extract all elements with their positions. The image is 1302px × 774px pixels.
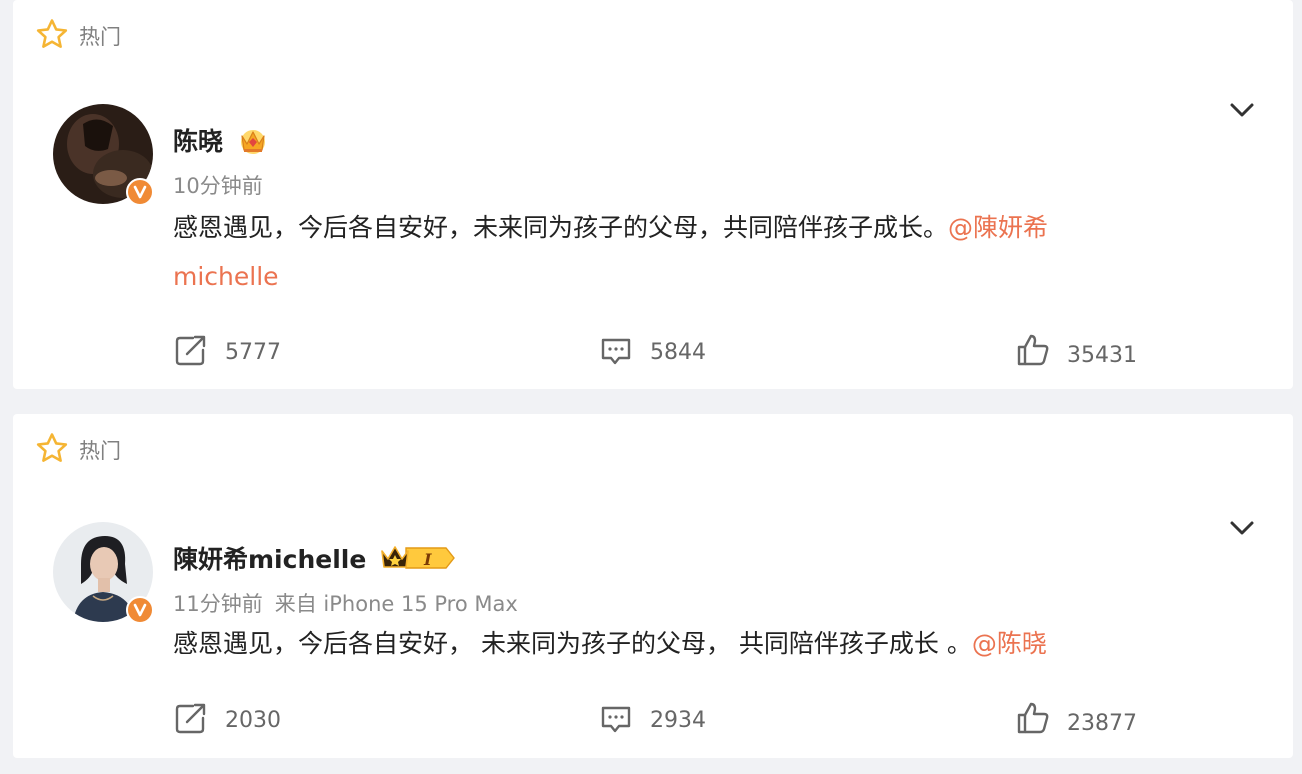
comment-icon [598, 332, 634, 372]
thumbs-up-icon [1015, 332, 1051, 372]
like-button[interactable]: 35431 [1015, 332, 1137, 372]
like-button[interactable]: 23877 [1015, 700, 1137, 740]
action-bar: 5777 5844 35431 [13, 332, 1293, 372]
hot-tag: 热门 [35, 17, 121, 55]
repost-button[interactable]: 5777 [173, 332, 281, 372]
post-card: 热门 陈晓 10分钟前 感恩遇见，今后各自安好，未来同为孩子的父母，共同陪伴孩子… [13, 0, 1293, 389]
like-count: 35431 [1067, 342, 1137, 368]
avatar[interactable] [53, 104, 154, 206]
star-icon [35, 431, 69, 469]
repost-button[interactable]: 2030 [173, 700, 281, 740]
repost-icon [173, 700, 209, 740]
chevron-down-icon[interactable] [1227, 513, 1257, 543]
post-text-body: 感恩遇见，今后各自安好， 未来同为孩子的父母， 共同陪伴孩子成长 。 [173, 629, 972, 658]
v-verified-icon [126, 596, 154, 624]
v-verified-icon [126, 178, 154, 206]
chevron-down-icon[interactable] [1227, 95, 1257, 125]
crown-icon[interactable] [237, 124, 269, 156]
comment-button[interactable]: 2934 [598, 700, 706, 740]
post-text: 感恩遇见，今后各自安好，未来同为孩子的父母，共同陪伴孩子成长。@陳妍希 miche… [173, 203, 1173, 301]
repost-icon [173, 332, 209, 372]
post-time[interactable]: 10分钟前 [173, 174, 263, 198]
post-card: 热门 陳妍希michelle I 11分钟前 来自 iPhone 15 Pro … [13, 414, 1293, 758]
author-row: 陈晓 [173, 122, 269, 158]
mention-text: michelle [173, 262, 279, 291]
thumbs-up-icon [1015, 700, 1051, 740]
post-source: 来自 iPhone 15 Pro Max [274, 592, 518, 616]
like-count: 23877 [1067, 710, 1137, 736]
svg-text:I: I [423, 550, 432, 569]
author-row: 陳妍希michelle I [173, 540, 456, 576]
hot-label: 热门 [79, 25, 121, 49]
author-name[interactable]: 陳妍希michelle [173, 540, 366, 576]
mention-text: @陳妍希 [948, 213, 1049, 242]
repost-count: 2030 [225, 707, 281, 733]
weibo-feed: 热门 陈晓 10分钟前 感恩遇见，今后各自安好，未来同为孩子的父母，共同陪伴孩子… [0, 0, 1302, 774]
post-text-body: 感恩遇见，今后各自安好，未来同为孩子的父母，共同陪伴孩子成长。 [173, 213, 949, 242]
crown-icon[interactable]: I [380, 543, 456, 573]
post-meta: 10分钟前 [173, 170, 263, 200]
avatar[interactable] [53, 522, 154, 624]
action-bar: 2030 2934 23877 [13, 700, 1293, 740]
repost-count: 5777 [225, 339, 281, 365]
post-meta: 11分钟前 来自 iPhone 15 Pro Max [173, 588, 518, 618]
mention-link[interactable]: @陈晓 [972, 629, 1047, 658]
comment-count: 2934 [650, 707, 706, 733]
post-time[interactable]: 11分钟前 [173, 592, 263, 616]
comment-button[interactable]: 5844 [598, 332, 706, 372]
comment-count: 5844 [650, 339, 706, 365]
hot-label: 热门 [79, 439, 121, 463]
author-name[interactable]: 陈晓 [173, 122, 223, 158]
comment-icon [598, 700, 634, 740]
star-icon [35, 17, 69, 55]
hot-tag: 热门 [35, 431, 121, 469]
post-text: 感恩遇见，今后各自安好， 未来同为孩子的父母， 共同陪伴孩子成长 。@陈晓 [173, 619, 1173, 668]
